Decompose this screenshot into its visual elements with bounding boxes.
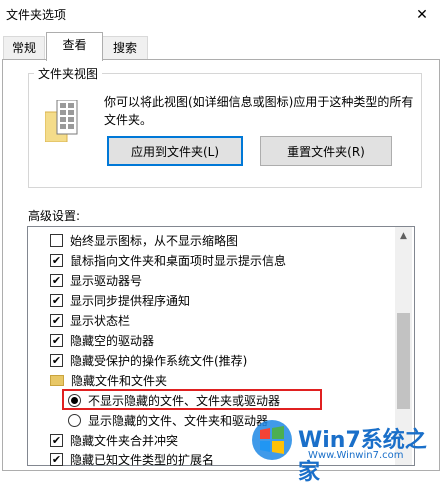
folder-views-legend: 文件夹视图 (34, 65, 103, 82)
tab-view[interactable]: 查看 (46, 32, 103, 61)
list-item-label: 隐藏空的驱动器 (70, 333, 155, 348)
checkbox-checked[interactable]: ✔ (50, 353, 63, 367)
list-item[interactable]: ✔ 隐藏空的驱动器 (50, 330, 154, 350)
list-item-label: 显示状态栏 (70, 313, 131, 328)
tab-search[interactable]: 搜索 (102, 36, 148, 59)
checkbox-checked[interactable]: ✔ (50, 333, 63, 347)
tab-strip: 常规 查看 搜索 (0, 30, 440, 61)
list-item[interactable]: ✔ 隐藏文件夹合并冲突 (50, 430, 178, 450)
list-item[interactable]: ✔ 显示状态栏 (50, 310, 130, 330)
list-item[interactable]: ✔ 显示驱动器号 (50, 270, 142, 290)
title-bar: 文件夹选项 ✕ (0, 0, 440, 30)
tab-general[interactable]: 常规 (3, 36, 45, 59)
folder-icon (50, 374, 64, 386)
checkbox-checked[interactable]: ✔ (50, 293, 63, 307)
list-item-label: 显示隐藏的文件、文件夹和驱动器 (88, 413, 269, 428)
list-item[interactable]: ✔ 显示同步提供程序通知 (50, 290, 190, 310)
window-title: 文件夹选项 (6, 8, 67, 22)
list-item: 隐藏文件和文件夹 (50, 370, 167, 390)
radio-unselected[interactable] (68, 413, 81, 427)
watermark-url: Www.Winwin7.com (308, 450, 404, 461)
list-item-label: 显示驱动器号 (70, 273, 143, 288)
checkbox-checked[interactable]: ✔ (50, 313, 63, 327)
scroll-up-icon[interactable]: ▲ (395, 227, 412, 244)
list-item[interactable]: 始终显示图标，从不显示缩略图 (50, 230, 238, 250)
scroll-thumb[interactable] (397, 313, 410, 409)
folder-views-description: 你可以将此视图(如详细信息或图标)应用于这种类型的所有文件夹。 (104, 95, 414, 127)
folder-view-icon (44, 99, 79, 143)
checkbox-checked[interactable]: ✔ (50, 433, 63, 447)
checkbox-checked[interactable]: ✔ (50, 273, 63, 287)
close-button[interactable]: ✕ (404, 0, 440, 30)
list-item-label: 隐藏已知文件类型的扩展名 (70, 452, 215, 467)
list-item-label: 鼠标指向文件夹和桌面项时显示提示信息 (70, 253, 287, 268)
list-item-label: 隐藏受保护的操作系统文件(推荐) (70, 353, 248, 368)
list-item-label: 隐藏文件夹合并冲突 (70, 433, 179, 448)
advanced-settings-label: 高级设置: (28, 209, 81, 223)
list-item[interactable]: ✔ 鼠标指向文件夹和桌面项时显示提示信息 (50, 250, 286, 270)
list-item[interactable]: 显示隐藏的文件、文件夹和驱动器 (68, 410, 268, 430)
checkbox-unchecked[interactable] (50, 233, 63, 247)
list-item[interactable]: ✔ 隐藏已知文件类型的扩展名 (50, 449, 214, 469)
list-item[interactable]: ✔ 隐藏受保护的操作系统文件(推荐) (50, 350, 247, 370)
apply-to-folders-button[interactable]: 应用到文件夹(L) (107, 136, 243, 166)
reset-folders-button[interactable]: 重置文件夹(R) (260, 136, 392, 166)
list-item-label: 隐藏文件和文件夹 (71, 373, 168, 388)
watermark-logo: Win7系统之家 Www.Winwin7.com (244, 416, 440, 485)
list-item-label: 始终显示图标，从不显示缩略图 (70, 233, 239, 248)
checkbox-checked[interactable]: ✔ (50, 253, 63, 267)
highlight-box (62, 389, 322, 410)
folder-views-group (28, 73, 422, 188)
close-icon: ✕ (416, 7, 428, 23)
list-item-label: 显示同步提供程序通知 (70, 293, 191, 308)
